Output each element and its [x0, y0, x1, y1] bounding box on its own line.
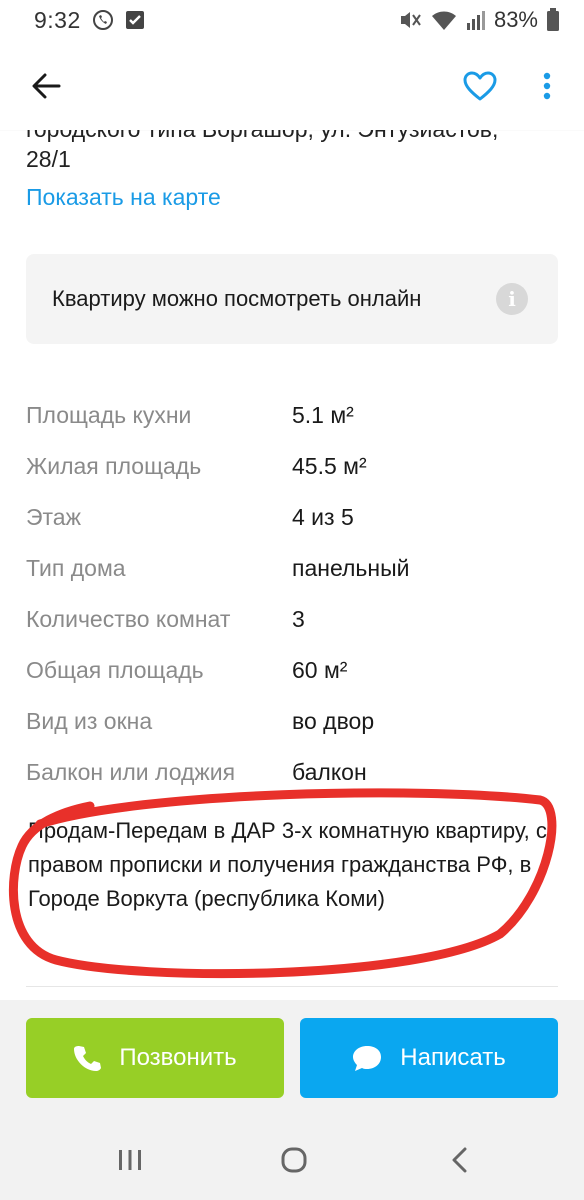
more-options-button[interactable] [532, 66, 562, 106]
app-bar [0, 40, 584, 130]
param-value: 60 м² [292, 657, 348, 683]
param-row: Общая площадь 60 м² [26, 645, 566, 696]
param-value: балкон [292, 759, 367, 785]
online-view-banner: Квартиру можно посмотреть онлайн i [26, 254, 558, 344]
action-bar: Позвонить Написать [0, 1000, 584, 1120]
chat-bubble-icon [353, 1046, 382, 1071]
param-row: Площадь кухни 5.1 м² [26, 390, 566, 441]
param-value: 4 из 5 [292, 504, 354, 530]
param-row: Балкон или лоджия балкон [26, 747, 566, 798]
message-button[interactable]: Написать [300, 1018, 558, 1098]
online-view-text: Квартиру можно посмотреть онлайн [52, 286, 422, 311]
recent-apps-button[interactable] [110, 1142, 150, 1178]
home-button[interactable] [274, 1142, 314, 1178]
param-label: Жилая площадь [26, 453, 202, 479]
param-row: Вид из окна во двор [26, 696, 566, 747]
address-end: 28/1 [26, 146, 71, 172]
param-label: Площадь кухни [26, 402, 192, 428]
call-button-label: Позвонить [119, 1044, 237, 1071]
param-value: панельный [292, 555, 410, 581]
more-vertical-icon [543, 72, 551, 100]
param-label: Этаж [26, 504, 81, 530]
back-arrow-icon [32, 73, 61, 99]
divider [26, 986, 558, 987]
back-button[interactable] [22, 68, 70, 104]
param-label: Количество комнат [26, 606, 231, 632]
phone-icon [74, 1046, 102, 1071]
system-back-button[interactable] [440, 1142, 480, 1178]
heart-icon [463, 71, 497, 101]
home-icon [281, 1147, 307, 1173]
show-on-map-link[interactable]: Показать на карте [26, 184, 221, 211]
param-label: Балкон или лоджия [26, 759, 236, 785]
param-value: 5.1 м² [292, 402, 354, 428]
system-nav-bar [0, 1120, 584, 1200]
param-value: 3 [292, 606, 305, 632]
param-label: Тип дома [26, 555, 126, 581]
param-row: Тип дома панельный [26, 543, 566, 594]
info-icon[interactable]: i [496, 283, 528, 315]
param-row: Этаж 4 из 5 [26, 492, 566, 543]
param-label: Вид из окна [26, 708, 153, 734]
param-row: Количество комнат 3 [26, 594, 566, 645]
params-list: Площадь кухни 5.1 м² Жилая площадь 45.5 … [26, 390, 566, 798]
message-button-label: Написать [400, 1044, 506, 1071]
recent-apps-icon [119, 1150, 141, 1170]
param-row: Жилая площадь 45.5 м² [26, 441, 566, 492]
param-value: во двор [292, 708, 375, 734]
param-label: Общая площадь [26, 657, 204, 683]
param-value: 45.5 м² [292, 453, 367, 479]
listing-description: Продам-Передам в ДАР 3-х комнатную кварт… [28, 818, 547, 911]
listing-content[interactable]: городского типа Воргашор, ул. Энтузиасто… [0, 0, 584, 1000]
chevron-left-icon [452, 1147, 467, 1173]
call-button[interactable]: Позвонить [26, 1018, 284, 1098]
favorite-button[interactable] [458, 66, 502, 106]
